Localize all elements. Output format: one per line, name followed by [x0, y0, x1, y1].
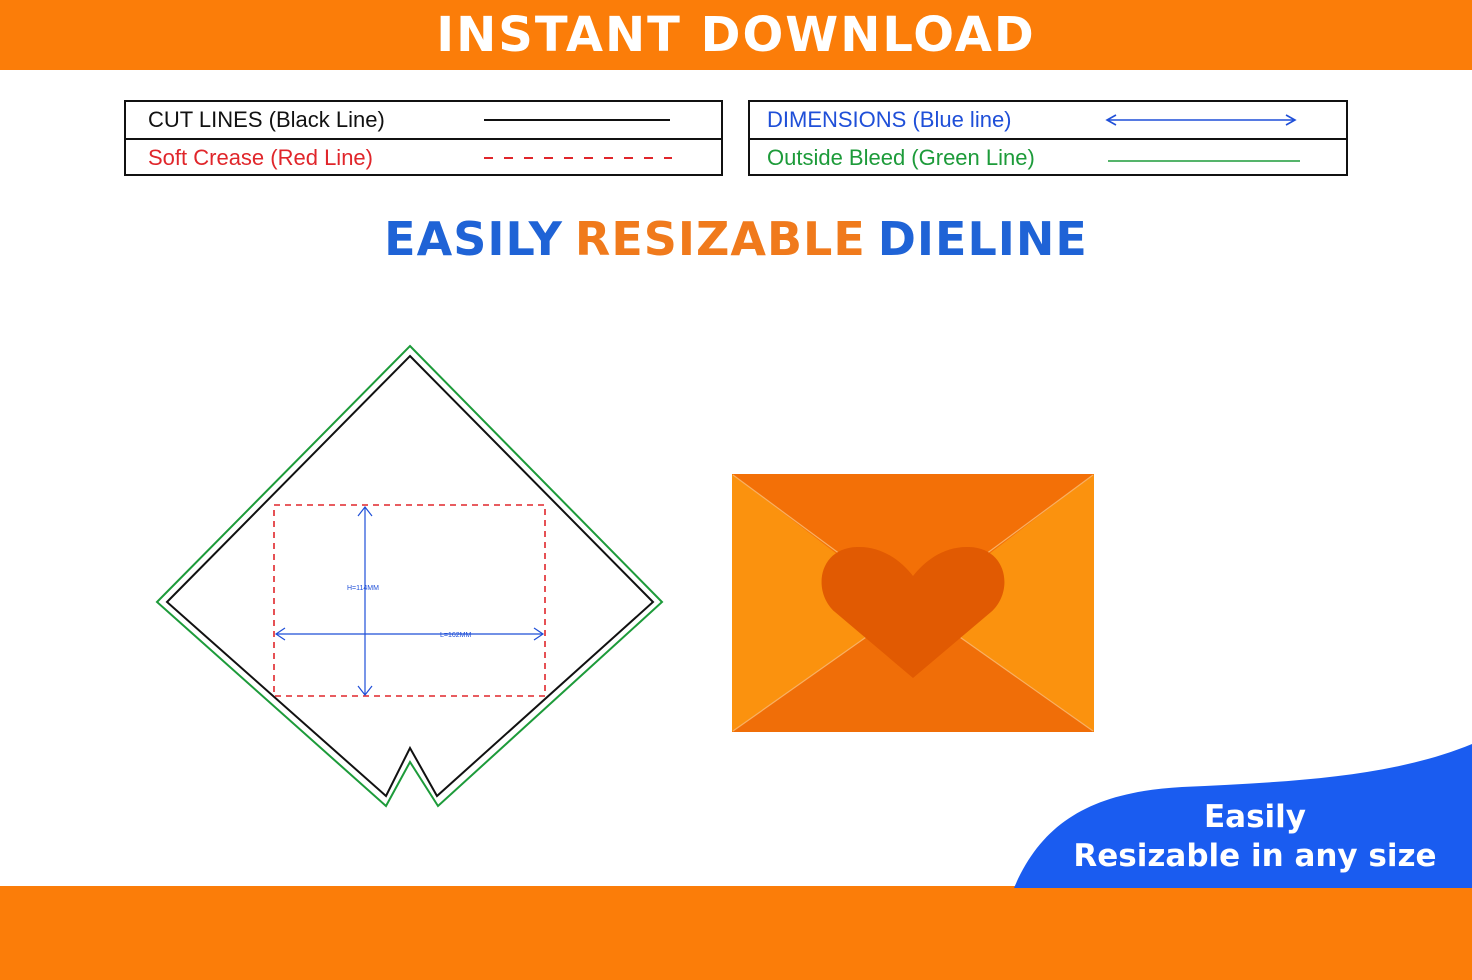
badge-line-1: Easily [1203, 799, 1306, 835]
height-dimension-label: H=114MM [347, 585, 379, 592]
soft-crease-rectangle [273, 504, 546, 697]
envelope-dieline: H=114MM L=162MM [155, 344, 664, 808]
length-dimension-label: L=162MM [440, 632, 471, 639]
corner-badge-text: Easily Resizable in any size [1040, 798, 1470, 876]
cut-line-outline [165, 354, 655, 798]
outside-bleed-outline [155, 344, 664, 808]
envelope-illustration [732, 474, 1094, 732]
bottom-band [0, 886, 1472, 980]
height-dimension-arrow [357, 506, 373, 696]
length-dimension-arrow [274, 627, 545, 641]
badge-line-2: Resizable in any size [1073, 838, 1437, 874]
